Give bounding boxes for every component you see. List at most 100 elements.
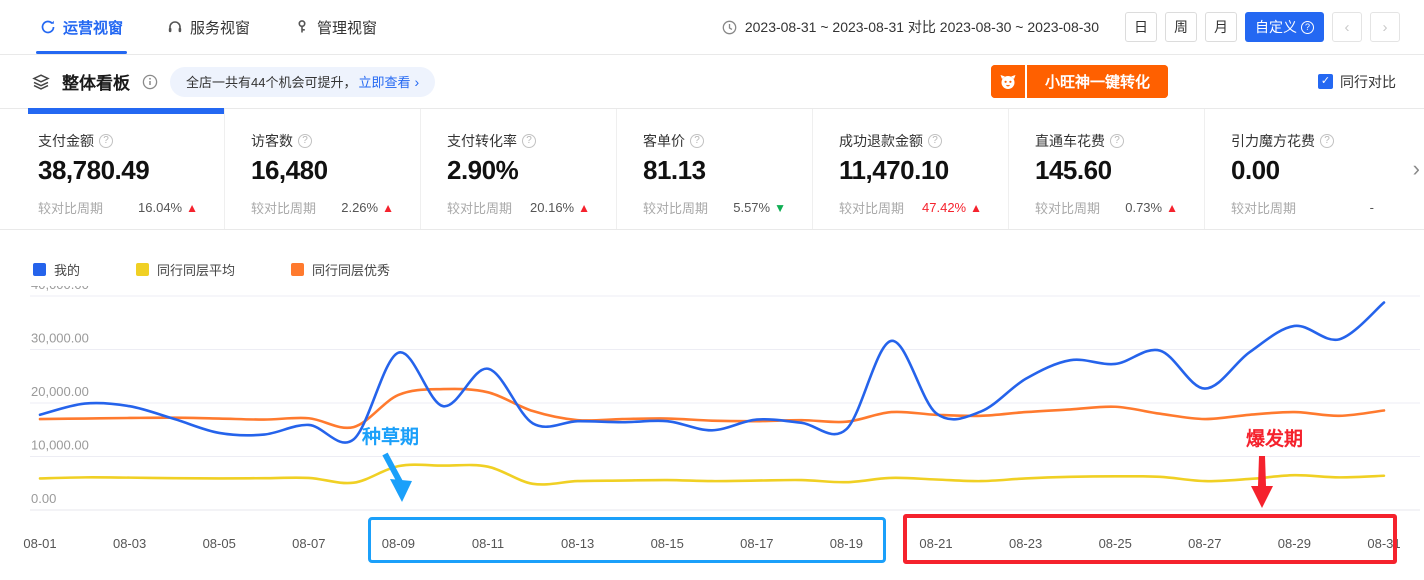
tab-label: 服务视窗 <box>190 17 250 38</box>
up-arrow-icon: ▲ <box>382 201 394 215</box>
svg-text:10,000.00: 10,000.00 <box>31 438 89 453</box>
trend-line-chart: 40,000.0030,000.0020,000.0010,000.000.00… <box>0 286 1424 578</box>
burst-period-box <box>903 514 1397 564</box>
tab-label: 管理视窗 <box>317 17 377 38</box>
metric-card-ylmf-spend[interactable]: 引力魔方花费? 0.00 较对比周期 - <box>1204 109 1400 229</box>
delta-value: 5.57%▼ <box>733 200 786 215</box>
svg-text:0.00: 0.00 <box>31 491 56 506</box>
date-range-display: 2023-08-31 ~ 2023-08-31 对比 2023-08-30 ~ … <box>722 17 1099 37</box>
legend-item-mine[interactable]: 我的 <box>33 260 80 279</box>
metric-card-visitors[interactable]: 访客数? 16,480 较对比周期 2.26%▲ <box>224 109 420 229</box>
info-icon[interactable] <box>142 74 158 90</box>
metric-value: 145.60 <box>1035 155 1178 186</box>
range-custom-button[interactable]: 自定义 ? <box>1245 12 1324 42</box>
help-icon[interactable]: ? <box>99 134 113 148</box>
legend-item-peer-excellent[interactable]: 同行同层优秀 <box>291 260 390 279</box>
tab-operation-view[interactable]: 运营视窗 <box>40 0 123 54</box>
burst-period-annotation: 爆发期 <box>1246 424 1303 451</box>
seeding-period-annotation: 种草期 <box>362 422 419 449</box>
cat-mascot-icon <box>991 65 1027 98</box>
metric-value: 11,470.10 <box>839 155 982 186</box>
x-tick-label: 08-07 <box>292 536 325 551</box>
key-icon <box>294 19 310 35</box>
help-icon[interactable]: ? <box>522 134 536 148</box>
tab-service-view[interactable]: 服务视窗 <box>167 0 250 54</box>
svg-text:40,000.00: 40,000.00 <box>31 286 89 292</box>
metric-value: 81.13 <box>643 155 786 186</box>
help-icon[interactable]: ? <box>928 134 942 148</box>
checkbox-checked-icon: ✓ <box>1318 74 1333 89</box>
custom-button-label: 自定义 <box>1255 17 1297 37</box>
top-navigation: 运营视窗 服务视窗 管理视窗 2023-08-31 ~ 2023-08-31 对… <box>0 0 1424 55</box>
compare-label: 较对比周期 <box>447 198 512 217</box>
opportunity-notice: 全店一共有44个机会可提升， 立即查看 › <box>170 67 435 97</box>
delta-value: 2.26%▲ <box>341 200 394 215</box>
wangshen-convert-button[interactable]: 小旺神一键转化 <box>991 65 1168 98</box>
metric-card-refund-amount[interactable]: 成功退款金额? 11,470.10 较对比周期 47.42%▲ <box>812 109 1008 229</box>
help-icon[interactable]: ? <box>298 134 312 148</box>
svg-text:30,000.00: 30,000.00 <box>31 331 89 346</box>
peer-compare-checkbox[interactable]: ✓ 同行对比 <box>1318 72 1396 92</box>
compare-label: 较对比周期 <box>1035 198 1100 217</box>
metric-label: 直通车花费 <box>1035 131 1105 151</box>
tab-manage-view[interactable]: 管理视窗 <box>294 0 377 54</box>
legend-item-peer-average[interactable]: 同行同层平均 <box>136 260 235 279</box>
cards-next-chevron[interactable]: › <box>1413 156 1420 182</box>
metric-label: 支付金额 <box>38 131 94 151</box>
metric-label: 支付转化率 <box>447 131 517 151</box>
metric-card-ztc-spend[interactable]: 直通车花费? 145.60 较对比周期 0.73%▲ <box>1008 109 1204 229</box>
compare-label: 较对比周期 <box>643 198 708 217</box>
compare-label: 较对比周期 <box>251 198 316 217</box>
metric-value: 2.90% <box>447 155 590 186</box>
delta-value: 0.73%▲ <box>1125 200 1178 215</box>
legend-label: 我的 <box>54 260 80 279</box>
metric-value: 38,780.49 <box>38 155 198 186</box>
delta-value: 16.04%▲ <box>138 200 198 215</box>
metric-card-payment-amount[interactable]: 支付金额? 38,780.49 较对比周期 16.04%▲ <box>28 109 224 229</box>
blue-arrow-icon <box>376 452 422 506</box>
help-icon[interactable]: ? <box>1320 134 1334 148</box>
compare-label: 较对比周期 <box>839 198 904 217</box>
question-circle-icon: ? <box>1301 21 1314 34</box>
delta-value: 20.16%▲ <box>530 200 590 215</box>
range-week-button[interactable]: 周 <box>1165 12 1197 42</box>
range-month-button[interactable]: 月 <box>1205 12 1237 42</box>
tab-label: 运营视窗 <box>63 17 123 38</box>
compare-label: 较对比周期 <box>1231 198 1296 217</box>
wangshen-button-label: 小旺神一键转化 <box>1027 65 1168 98</box>
legend-swatch-yellow <box>136 263 149 276</box>
peer-compare-label: 同行对比 <box>1340 72 1396 92</box>
metric-card-avg-order-value[interactable]: 客单价? 81.13 较对比周期 5.57%▼ <box>616 109 812 229</box>
metric-label: 客单价 <box>643 131 685 151</box>
down-arrow-icon: ▼ <box>774 201 786 215</box>
delta-value: - <box>1370 200 1374 215</box>
chart-legend: 我的 同行同层平均 同行同层优秀 <box>33 260 1424 278</box>
x-tick-label: 08-05 <box>203 536 236 551</box>
compare-label: 较对比周期 <box>38 198 103 217</box>
view-now-link[interactable]: 立即查看 <box>358 72 410 91</box>
up-arrow-icon: ▲ <box>578 201 590 215</box>
range-day-button[interactable]: 日 <box>1125 12 1157 42</box>
legend-swatch-blue <box>33 263 46 276</box>
sync-icon <box>40 19 56 35</box>
legend-swatch-orange <box>291 263 304 276</box>
metric-value: 0.00 <box>1231 155 1374 186</box>
prev-period-button[interactable]: ‹ <box>1332 12 1362 42</box>
metric-label: 访客数 <box>251 131 293 151</box>
help-icon[interactable]: ? <box>1110 134 1124 148</box>
metric-cards-row: 支付金额? 38,780.49 较对比周期 16.04%▲ 访客数? 16,48… <box>0 108 1424 230</box>
legend-label: 同行同层优秀 <box>312 260 390 279</box>
up-arrow-icon: ▲ <box>1166 201 1178 215</box>
help-icon[interactable]: ? <box>690 134 704 148</box>
x-tick-label: 08-01 <box>23 536 56 551</box>
x-tick-label: 08-03 <box>113 536 146 551</box>
metric-value: 16,480 <box>251 155 394 186</box>
next-period-button[interactable]: › <box>1370 12 1400 42</box>
metric-label: 引力魔方花费 <box>1231 131 1315 151</box>
notice-text: 全店一共有44个机会可提升， <box>186 72 356 91</box>
layers-icon <box>32 73 50 91</box>
chevron-right-icon: › <box>414 74 419 90</box>
metric-card-conversion-rate[interactable]: 支付转化率? 2.90% 较对比周期 20.16%▲ <box>420 109 616 229</box>
legend-label: 同行同层平均 <box>157 260 235 279</box>
clock-icon <box>722 20 737 35</box>
